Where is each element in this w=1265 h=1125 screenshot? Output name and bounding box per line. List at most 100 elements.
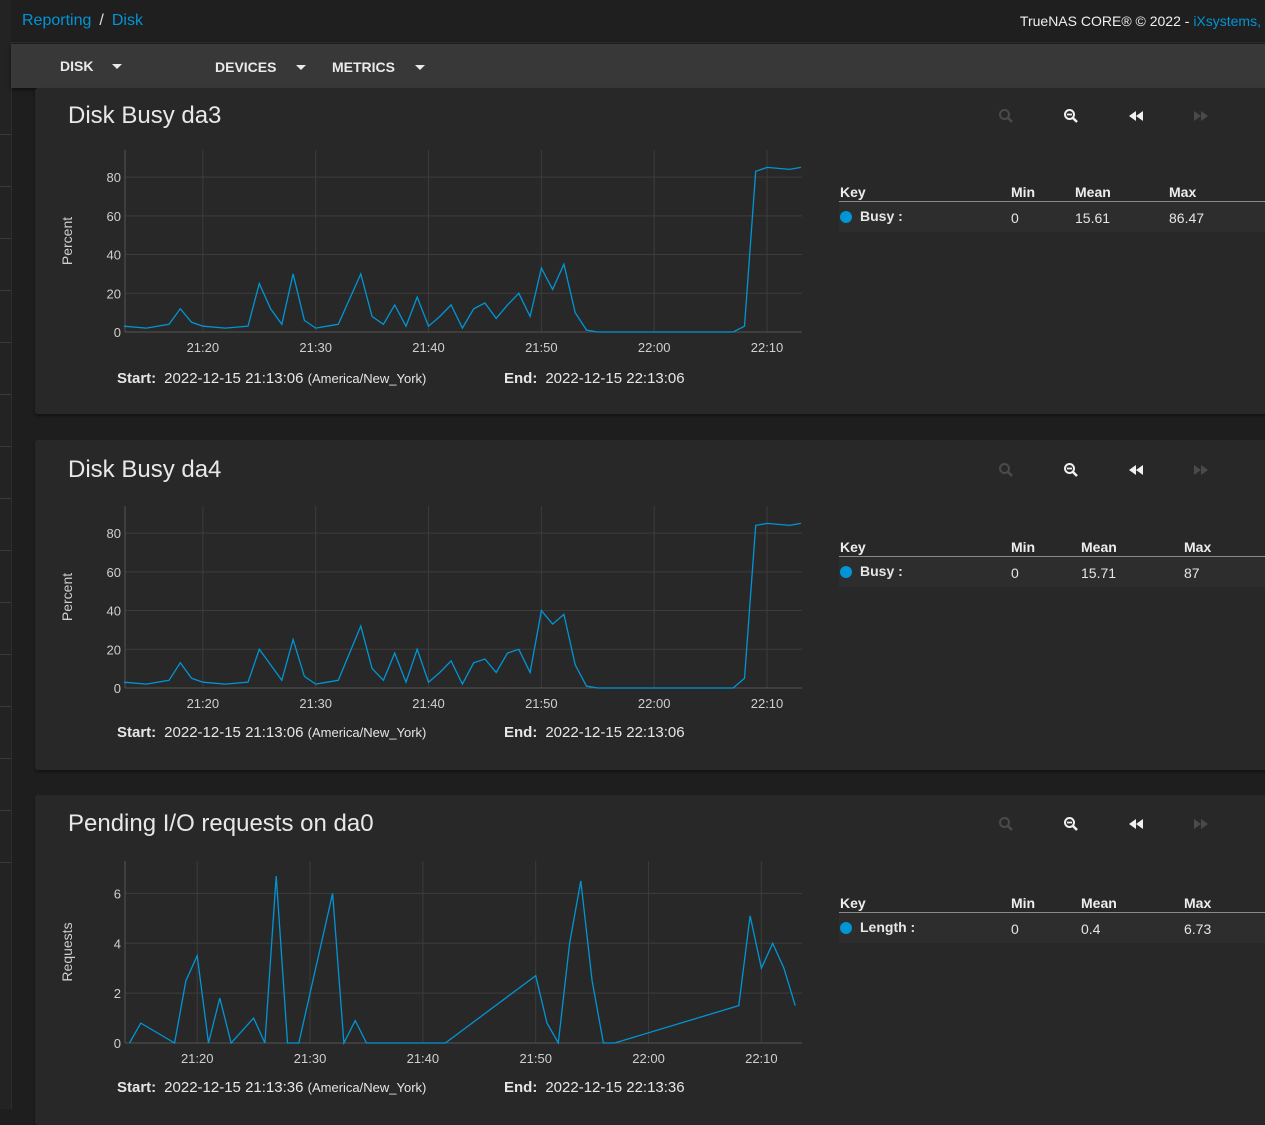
rewind-icon[interactable] [1125, 105, 1147, 127]
x-tick-label: 21:40 [407, 1051, 440, 1066]
fast-forward-icon[interactable] [1190, 459, 1212, 481]
start-value: 2022-12-15 21:13:06 [164, 370, 304, 387]
legend-min-value: 0 [1011, 565, 1019, 581]
ixsystems-link[interactable]: iXsystems, [1193, 13, 1261, 29]
legend-header: Key Min Mean Max [839, 893, 1265, 913]
y-tick-label: 2 [114, 986, 121, 1001]
sidebar-divider [0, 654, 11, 655]
start-value: 2022-12-15 21:13:36 [164, 1079, 304, 1096]
x-tick-label: 21:50 [525, 696, 558, 711]
legend-min-value: 0 [1011, 921, 1019, 937]
sidebar-divider [0, 394, 11, 395]
chart: 0 20 40 60 80 21:20 21:30 21:40 21:50 22:00 22:10 [107, 506, 802, 711]
x-tick-label: 22:10 [751, 696, 784, 711]
legend-row[interactable]: Busy : 0 15.61 86.47 [839, 202, 1265, 232]
y-tick-label: 4 [114, 936, 121, 951]
legend-key-header: Key [840, 539, 866, 555]
x-tick-label: 21:20 [181, 1051, 214, 1066]
y-tick-label: 80 [107, 170, 121, 185]
chart: 0 20 40 60 80 21:20 21:30 21:40 21:50 22:00 22:10 [107, 150, 802, 355]
sidebar-divider [0, 238, 11, 239]
rewind-icon[interactable] [1125, 459, 1147, 481]
report-card-disk-busy-da4: Disk Busy da4 Percent 0 20 40 60 80 21:20 21:30 2… [35, 440, 1265, 770]
timezone: (America/New_York) [307, 725, 427, 740]
series-line [123, 166, 802, 333]
caret-down-icon [296, 64, 307, 70]
y-tick-label: 60 [107, 209, 121, 224]
top-bar: Reporting / Disk TrueNAS CORE® © 2022 - iX… [11, 0, 1265, 43]
y-tick-label: 0 [114, 1036, 121, 1051]
zoom-out-icon[interactable] [1060, 459, 1082, 481]
start-value: 2022-12-15 21:13:06 [164, 724, 304, 741]
x-tick-label: 22:00 [632, 1051, 665, 1066]
y-tick-label: 0 [114, 325, 121, 340]
report-card-disk-busy-da3: Disk Busy da3 Percent 0 20 40 60 80 21:20 21:30 2… [35, 88, 1265, 414]
legend-row[interactable]: Length : 0 0.4 6.73 [839, 913, 1265, 943]
rewind-icon[interactable] [1125, 813, 1147, 835]
report-card-pending-io-da0: Pending I/O requests on da0 Requests 0 2 4 6 2… [35, 795, 1265, 1125]
x-tick-label: 21:20 [187, 696, 220, 711]
y-tick-label: 40 [107, 604, 121, 619]
legend-header: Key Min Mean Max [839, 182, 1265, 202]
sidebar-divider [0, 810, 11, 811]
copyright-notice: TrueNAS CORE® © 2022 - iXsystems, [1020, 13, 1261, 29]
legend-mean-header: Mean [1081, 895, 1117, 911]
sidebar-divider [0, 550, 11, 551]
end-time: End: 2022-12-15 22:13:06 [504, 370, 685, 387]
series-line [128, 875, 796, 1046]
legend-row[interactable]: Busy : 0 15.71 87 [839, 557, 1265, 587]
legend-series-name: Length : [860, 919, 916, 935]
x-tick-label: 22:10 [745, 1051, 778, 1066]
timezone: (America/New_York) [307, 371, 427, 386]
x-tick-label: 21:40 [412, 340, 445, 355]
x-tick-label: 22:00 [638, 696, 671, 711]
legend-max-header: Max [1184, 539, 1212, 555]
end-label: End: [504, 370, 538, 387]
legend-mean-value: 0.4 [1081, 921, 1101, 937]
y-tick-label: 20 [107, 642, 121, 657]
x-tick-label: 21:50 [519, 1051, 552, 1066]
legend-min-header: Min [1011, 184, 1036, 200]
legend-max-header: Max [1169, 184, 1197, 200]
breadcrumb: Reporting / Disk [22, 12, 143, 30]
fast-forward-icon[interactable] [1190, 813, 1212, 835]
legend-series-name: Busy : [860, 208, 903, 224]
sidebar-divider [0, 602, 11, 603]
y-tick-label: 80 [107, 526, 121, 541]
chart: 0 2 4 6 21:20 21:30 21:40 21:50 22:00 22:10 [114, 861, 802, 1066]
series-color-dot-icon [840, 211, 852, 224]
zoom-in-icon[interactable] [995, 459, 1017, 481]
end-label: End: [504, 724, 538, 741]
devices-menu-button[interactable]: DEVICES [215, 59, 307, 75]
legend-min-value: 0 [1011, 210, 1019, 226]
breadcrumb-reporting-link[interactable]: Reporting [22, 12, 91, 29]
fast-forward-icon[interactable] [1190, 105, 1212, 127]
legend-mean-value: 15.61 [1075, 210, 1111, 226]
sidebar-divider [0, 862, 11, 863]
zoom-in-icon[interactable] [995, 105, 1017, 127]
end-time: End: 2022-12-15 22:13:36 [504, 1079, 685, 1096]
breadcrumb-separator: / [99, 12, 104, 29]
sidebar-divider [0, 498, 11, 499]
end-value: 2022-12-15 22:13:06 [545, 724, 685, 741]
zoom-out-icon[interactable] [1060, 813, 1082, 835]
series-line [123, 522, 802, 689]
breadcrumb-disk-link[interactable]: Disk [112, 12, 143, 29]
end-time: End: 2022-12-15 22:13:06 [504, 724, 685, 741]
legend-mean-value: 15.71 [1081, 565, 1117, 581]
sidebar-divider [0, 186, 11, 187]
legend-key-header: Key [840, 184, 866, 200]
x-tick-label: 21:50 [525, 340, 558, 355]
sidebar-divider [0, 706, 11, 707]
y-tick-label: 40 [107, 248, 121, 263]
timezone: (America/New_York) [307, 1080, 427, 1095]
disk-menu-button[interactable]: DISK [60, 58, 123, 74]
legend-mean-header: Mean [1075, 184, 1111, 200]
start-label: Start: [117, 1079, 157, 1096]
series-color-dot-icon [840, 922, 852, 935]
start-label: Start: [117, 724, 157, 741]
x-tick-label: 22:00 [638, 340, 671, 355]
zoom-in-icon[interactable] [995, 813, 1017, 835]
metrics-menu-button[interactable]: METRICS [332, 59, 425, 75]
zoom-out-icon[interactable] [1060, 105, 1082, 127]
